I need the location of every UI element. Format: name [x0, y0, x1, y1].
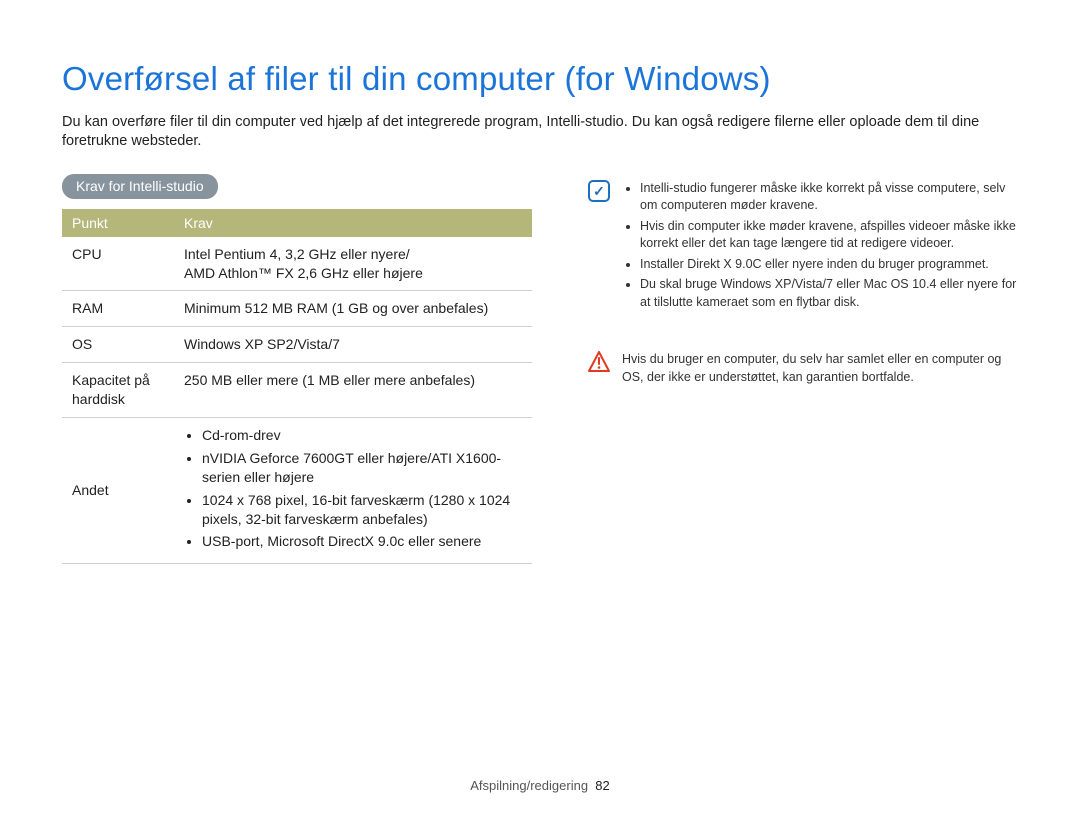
- left-column: Krav for Intelli-studio Punkt Krav CPU I…: [62, 174, 532, 565]
- page-footer: Afspilning/redigering 82: [0, 778, 1080, 793]
- cell-label-os: OS: [62, 327, 174, 363]
- footer-page-number: 82: [595, 778, 609, 793]
- cell-value-disk: 250 MB eller mere (1 MB eller mere anbef…: [174, 363, 532, 418]
- info-icon: ✓: [588, 180, 610, 202]
- cell-label-other: Andet: [62, 417, 174, 563]
- table-row: CPU Intel Pentium 4, 3,2 GHz eller nyere…: [62, 237, 532, 291]
- cell-value-ram: Minimum 512 MB RAM (1 GB og over anbefal…: [174, 291, 532, 327]
- note-item: Installer Direkt X 9.0C eller nyere inde…: [640, 256, 1018, 274]
- section-heading-pill: Krav for Intelli-studio: [62, 174, 218, 199]
- svg-text:✓: ✓: [593, 183, 605, 199]
- info-note: ✓ Intelli-studio fungerer måske ikke kor…: [588, 180, 1018, 315]
- warning-icon: [588, 351, 610, 373]
- two-column-layout: Krav for Intelli-studio Punkt Krav CPU I…: [62, 174, 1018, 565]
- table-header-col2: Krav: [174, 209, 532, 237]
- cell-value-other: Cd-rom-drev nVIDIA Geforce 7600GT eller …: [174, 417, 532, 563]
- requirements-table: Punkt Krav CPU Intel Pentium 4, 3,2 GHz …: [62, 209, 532, 565]
- warning-text: Hvis du bruger en computer, du selv har …: [622, 351, 1018, 386]
- table-header-col1: Punkt: [62, 209, 174, 237]
- cell-label-ram: RAM: [62, 291, 174, 327]
- warning-note: Hvis du bruger en computer, du selv har …: [588, 351, 1018, 386]
- list-item: nVIDIA Geforce 7600GT eller højere/ATI X…: [202, 449, 522, 487]
- cell-value-cpu: Intel Pentium 4, 3,2 GHz eller nyere/ AM…: [174, 237, 532, 291]
- table-row: Andet Cd-rom-drev nVIDIA Geforce 7600GT …: [62, 417, 532, 563]
- footer-section: Afspilning/redigering: [470, 778, 588, 793]
- note-item: Hvis din computer ikke møder kravene, af…: [640, 218, 1018, 253]
- list-item: 1024 x 768 pixel, 16-bit farveskærm (128…: [202, 491, 522, 529]
- table-row: OS Windows XP SP2/Vista/7: [62, 327, 532, 363]
- table-row: Kapacitet på harddisk 250 MB eller mere …: [62, 363, 532, 418]
- intro-paragraph: Du kan overføre filer til din computer v…: [62, 113, 1018, 152]
- right-column: ✓ Intelli-studio fungerer måske ikke kor…: [588, 174, 1018, 565]
- list-item: Cd-rom-drev: [202, 426, 522, 445]
- note-item: Intelli-studio fungerer måske ikke korre…: [640, 180, 1018, 215]
- page-title: Overførsel af filer til din computer (fo…: [62, 60, 1018, 98]
- cell-label-disk: Kapacitet på harddisk: [62, 363, 174, 418]
- list-item: USB-port, Microsoft DirectX 9.0c eller s…: [202, 532, 522, 551]
- note-item: Du skal bruge Windows XP/Vista/7 eller M…: [640, 276, 1018, 311]
- cell-label-cpu: CPU: [62, 237, 174, 291]
- cell-value-os: Windows XP SP2/Vista/7: [174, 327, 532, 363]
- manual-page: Overførsel af filer til din computer (fo…: [0, 0, 1080, 815]
- table-row: RAM Minimum 512 MB RAM (1 GB og over anb…: [62, 291, 532, 327]
